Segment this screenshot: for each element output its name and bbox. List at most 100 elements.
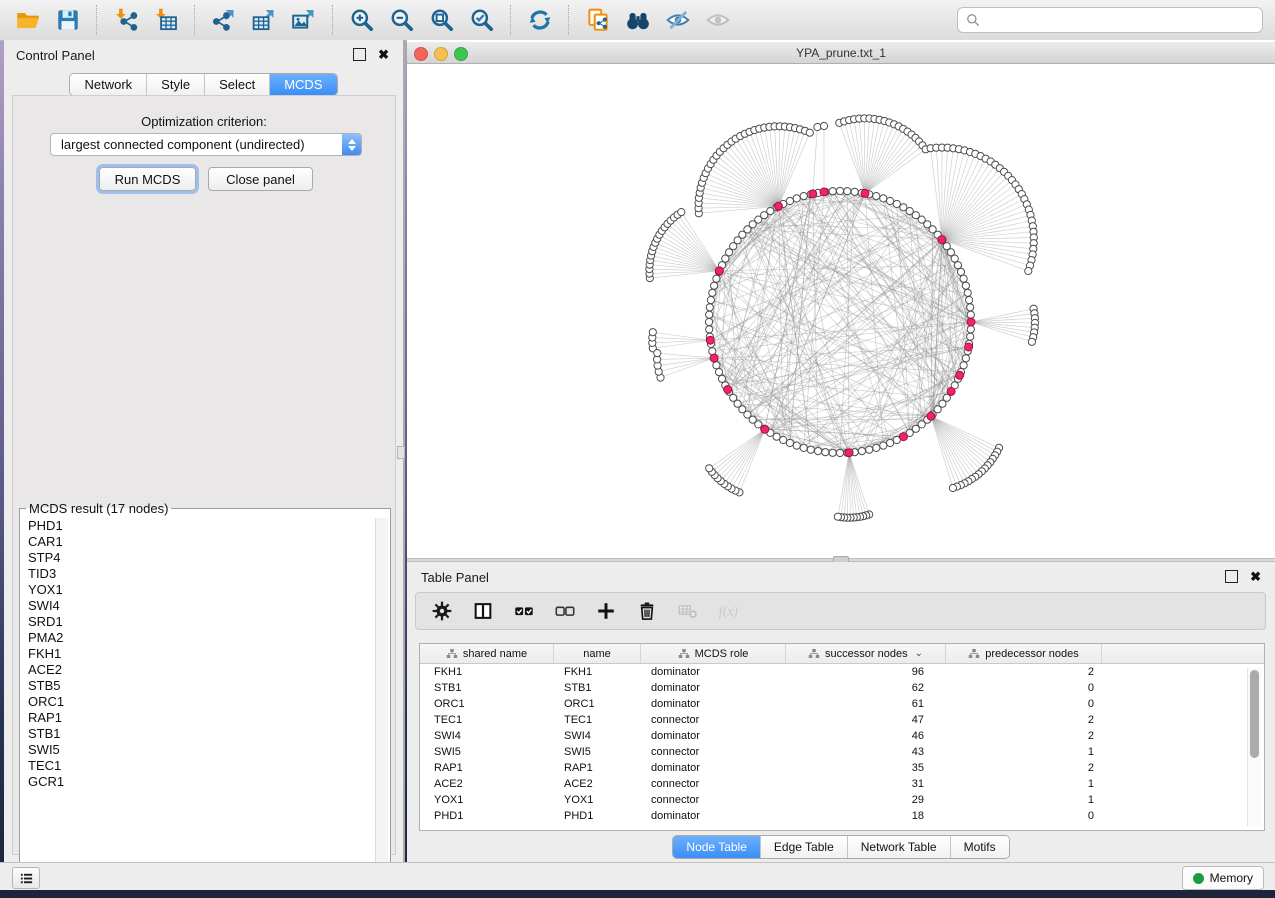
cell-name[interactable]: SWI4 — [554, 730, 641, 742]
mcds-result-item[interactable]: PMA2 — [22, 630, 375, 646]
mcds-result-item[interactable]: STP4 — [22, 550, 375, 566]
close-icon[interactable] — [1250, 571, 1261, 582]
cell-name[interactable]: STB1 — [554, 682, 641, 694]
memory-button[interactable]: Memory — [1182, 866, 1264, 890]
add-column-icon[interactable] — [594, 599, 618, 623]
mcds-result-item[interactable]: TEC1 — [22, 758, 375, 774]
cell-shared_name[interactable]: SWI4 — [420, 730, 554, 742]
hide-selected-icon[interactable] — [664, 6, 692, 34]
mcds-result-list[interactable]: PHD1CAR1STP4TID3YOX1SWI4SRD1PMA2FKH1ACE2… — [22, 518, 375, 872]
cell-shared_name[interactable]: YOX1 — [420, 794, 554, 806]
cell-name[interactable]: RAP1 — [554, 762, 641, 774]
cell-successor_nodes[interactable]: 96 — [786, 666, 946, 678]
cell-predecessor_nodes[interactable]: 0 — [946, 810, 1102, 822]
table-settings-icon[interactable] — [430, 599, 454, 623]
export-table-icon[interactable] — [250, 6, 278, 34]
cell-successor_nodes[interactable]: 29 — [786, 794, 946, 806]
search-box[interactable] — [957, 7, 1263, 33]
column-header-MCDS-role[interactable]: MCDS role — [641, 644, 786, 663]
cell-predecessor_nodes[interactable]: 0 — [946, 682, 1102, 694]
cell-shared_name[interactable]: STB1 — [420, 682, 554, 694]
close-panel-button[interactable]: Close panel — [208, 167, 313, 191]
cell-mcds_role[interactable]: dominator — [641, 762, 786, 774]
cell-name[interactable]: YOX1 — [554, 794, 641, 806]
scrollbar-thumb[interactable] — [1250, 670, 1259, 758]
cell-mcds_role[interactable]: dominator — [641, 682, 786, 694]
cell-successor_nodes[interactable]: 31 — [786, 778, 946, 790]
cell-shared_name[interactable]: ORC1 — [420, 698, 554, 710]
cell-shared_name[interactable]: RAP1 — [420, 762, 554, 774]
mcds-result-item[interactable]: FKH1 — [22, 646, 375, 662]
mcds-list-scrollbar[interactable] — [375, 518, 388, 872]
export-image-icon[interactable] — [290, 6, 318, 34]
column-header-name[interactable]: name — [554, 644, 641, 663]
table-row[interactable]: STB1STB1dominator620 — [420, 680, 1264, 696]
mcds-result-item[interactable]: TID3 — [22, 566, 375, 582]
cell-successor_nodes[interactable]: 61 — [786, 698, 946, 710]
mcds-result-item[interactable]: SWI4 — [22, 598, 375, 614]
cell-shared_name[interactable]: SWI5 — [420, 746, 554, 758]
mcds-result-item[interactable]: CAR1 — [22, 534, 375, 550]
network-graph[interactable] — [407, 64, 1275, 558]
cell-mcds_role[interactable]: dominator — [641, 698, 786, 710]
cell-name[interactable]: TEC1 — [554, 714, 641, 726]
tab-style[interactable]: Style — [146, 74, 204, 95]
zoom-selected-icon[interactable] — [468, 6, 496, 34]
column-header-successor-nodes[interactable]: successor nodes⌄ — [786, 644, 946, 663]
first-neighbors-icon[interactable] — [624, 6, 652, 34]
tab-select[interactable]: Select — [204, 74, 269, 95]
mcds-result-item[interactable]: STB1 — [22, 726, 375, 742]
mcds-result-item[interactable]: STB5 — [22, 678, 375, 694]
zoom-in-icon[interactable] — [348, 6, 376, 34]
cell-name[interactable]: ORC1 — [554, 698, 641, 710]
table-scrollbar[interactable] — [1247, 668, 1261, 826]
mcds-result-item[interactable]: ACE2 — [22, 662, 375, 678]
zoom-fit-icon[interactable] — [428, 6, 456, 34]
cell-mcds_role[interactable]: connector — [641, 778, 786, 790]
split-panel-icon[interactable] — [471, 599, 495, 623]
cell-shared_name[interactable]: ACE2 — [420, 778, 554, 790]
column-header-predecessor-nodes[interactable]: predecessor nodes — [946, 644, 1102, 663]
mcds-result-item[interactable]: ORC1 — [22, 694, 375, 710]
task-history-button[interactable] — [12, 867, 40, 889]
table-row[interactable]: RAP1RAP1dominator352 — [420, 760, 1264, 776]
table-row[interactable]: FKH1FKH1dominator962 — [420, 664, 1264, 680]
search-input[interactable] — [986, 12, 1254, 28]
cell-predecessor_nodes[interactable]: 2 — [946, 714, 1102, 726]
cell-predecessor_nodes[interactable]: 2 — [946, 730, 1102, 742]
save-session-icon[interactable] — [54, 6, 82, 34]
float-window-icon[interactable] — [1225, 570, 1238, 583]
mcds-result-item[interactable]: SRD1 — [22, 614, 375, 630]
tab-network[interactable]: Network — [70, 74, 146, 95]
select-all-icon[interactable] — [512, 599, 536, 623]
mcds-result-item[interactable]: GCR1 — [22, 774, 375, 790]
cell-successor_nodes[interactable]: 62 — [786, 682, 946, 694]
cell-mcds_role[interactable]: connector — [641, 714, 786, 726]
new-network-from-selection-icon[interactable] — [584, 6, 612, 34]
cell-predecessor_nodes[interactable]: 1 — [946, 778, 1102, 790]
table-row[interactable]: ACE2ACE2connector311 — [420, 776, 1264, 792]
column-header-shared-name[interactable]: shared name — [420, 644, 554, 663]
table-row[interactable]: TEC1TEC1connector472 — [420, 712, 1264, 728]
mcds-result-item[interactable]: PHD1 — [22, 518, 375, 534]
cell-shared_name[interactable]: TEC1 — [420, 714, 554, 726]
cell-mcds_role[interactable]: dominator — [641, 810, 786, 822]
cell-name[interactable]: ACE2 — [554, 778, 641, 790]
table-row[interactable]: SWI5SWI5connector431 — [420, 744, 1264, 760]
cell-name[interactable]: FKH1 — [554, 666, 641, 678]
export-network-icon[interactable] — [210, 6, 238, 34]
cell-name[interactable]: SWI5 — [554, 746, 641, 758]
tab-network-table[interactable]: Network Table — [847, 836, 950, 858]
tab-mcds[interactable]: MCDS — [269, 74, 336, 95]
import-network-icon[interactable] — [112, 6, 140, 34]
cell-predecessor_nodes[interactable]: 1 — [946, 794, 1102, 806]
cell-predecessor_nodes[interactable]: 2 — [946, 666, 1102, 678]
tab-node-table[interactable]: Node Table — [673, 836, 760, 858]
cell-shared_name[interactable]: PHD1 — [420, 810, 554, 822]
table-row[interactable]: SWI4SWI4dominator462 — [420, 728, 1264, 744]
cell-successor_nodes[interactable]: 18 — [786, 810, 946, 822]
deselect-all-icon[interactable] — [553, 599, 577, 623]
cell-predecessor_nodes[interactable]: 0 — [946, 698, 1102, 710]
cell-shared_name[interactable]: FKH1 — [420, 666, 554, 678]
table-row[interactable]: PHD1PHD1dominator180 — [420, 808, 1264, 824]
